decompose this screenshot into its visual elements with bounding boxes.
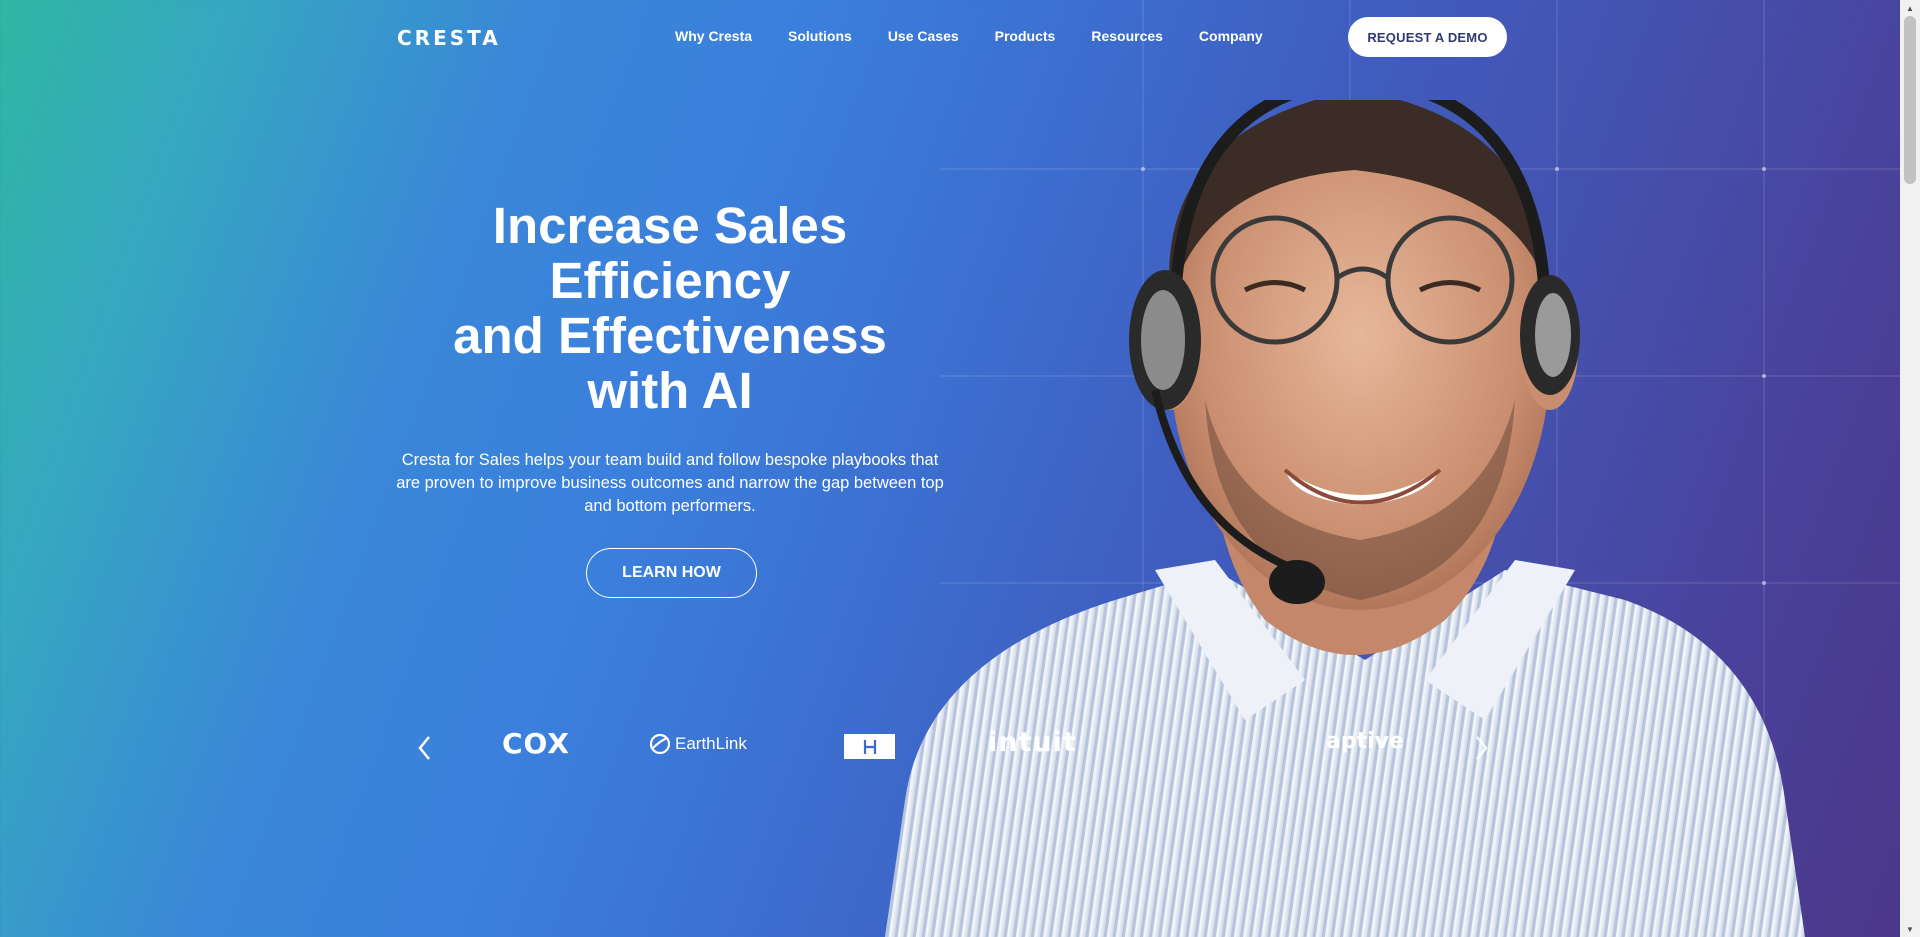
nav-resources[interactable]: Resources <box>1091 28 1163 44</box>
earthlink-globe-icon <box>649 733 671 755</box>
nav-products[interactable]: Products <box>995 28 1056 44</box>
client-logo-earthlink: EarthLink <box>649 733 747 755</box>
hero-title-line-3: and Effectiveness <box>453 307 887 364</box>
agent-portrait-image <box>885 73 1845 937</box>
nav-why-cresta[interactable]: Why Cresta <box>675 28 752 44</box>
carousel-prev-arrow[interactable] <box>415 733 435 763</box>
site-header: CRESTA Why Cresta Solutions Use Cases Pr… <box>0 0 1900 74</box>
main-nav: Why Cresta Solutions Use Cases Products … <box>675 28 1299 44</box>
nav-solutions[interactable]: Solutions <box>788 28 852 44</box>
carousel-next-arrow[interactable] <box>1471 733 1491 763</box>
client-logo-holiday-inn <box>844 734 895 759</box>
nav-company[interactable]: Company <box>1199 28 1263 44</box>
hero-title-line-2: Efficiency <box>549 252 791 309</box>
scroll-thumb[interactable] <box>1904 16 1916 184</box>
learn-how-button[interactable]: LEARN HOW <box>586 548 757 598</box>
nav-use-cases[interactable]: Use Cases <box>888 28 959 44</box>
hero-title: Increase Sales Efficiency and Effectiven… <box>390 198 950 418</box>
hotel-h-icon <box>863 739 876 754</box>
cresta-logo[interactable]: CRESTA <box>397 26 501 50</box>
hero-title-line-4: with AI <box>587 362 753 419</box>
scroll-down-arrow-icon[interactable]: ▼ <box>1900 921 1920 937</box>
hero-description: Cresta for Sales helps your team build a… <box>396 451 944 515</box>
client-logo-aptive: aptive <box>1326 729 1404 754</box>
client-logo-intuit: intuit <box>988 727 1077 758</box>
earthlink-wordmark: EarthLink <box>675 734 747 753</box>
chevron-left-icon <box>418 736 430 760</box>
chevron-right-icon <box>1476 736 1488 760</box>
client-logo-cox: COX <box>502 727 570 760</box>
hero-title-line-1: Increase Sales <box>492 197 848 254</box>
request-demo-button[interactable]: REQUEST A DEMO <box>1348 17 1507 57</box>
page-scrollbar[interactable]: ▲ ▼ <box>1900 0 1920 937</box>
scroll-up-arrow-icon[interactable]: ▲ <box>1900 0 1920 16</box>
